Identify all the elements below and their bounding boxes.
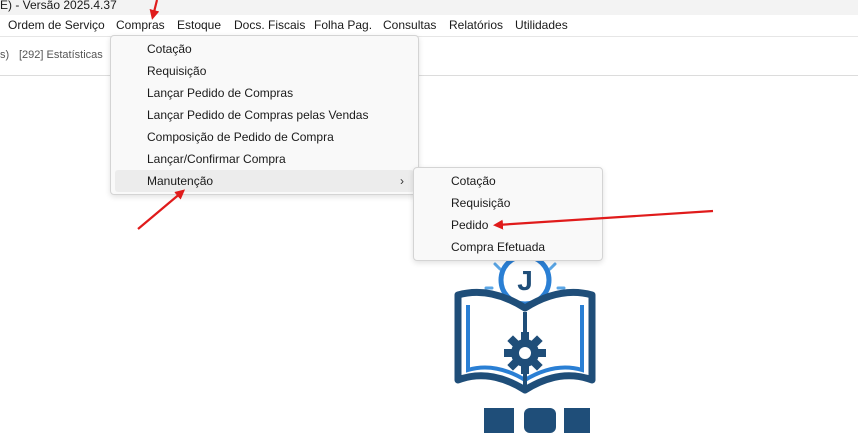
submenu-item-pedido[interactable]: Pedido [418, 214, 598, 236]
menu-item-lancar-pedido-pelas-vendas[interactable]: Lançar Pedido de Compras pelas Vendas [115, 104, 414, 126]
menu-docs-fiscais[interactable]: Docs. Fiscais [234, 15, 305, 36]
manutencao-submenu: Cotação Requisição Pedido Compra Efetuad… [413, 167, 603, 261]
company-logo: J [454, 250, 596, 433]
submenu-item-cotacao[interactable]: Cotação [418, 170, 598, 192]
submenu-item-requisicao[interactable]: Requisição [418, 192, 598, 214]
menu-item-requisicao[interactable]: Requisição [115, 60, 414, 82]
submenu-item-compra-efetuada[interactable]: Compra Efetuada [418, 236, 598, 258]
tab-partial[interactable]: s) [0, 49, 9, 61]
logo-wordmark-partial [484, 408, 590, 433]
window-title: E) - Versão 2025.4.37 [0, 0, 117, 12]
logo-letter: J [517, 265, 533, 296]
menu-ordem-de-servico[interactable]: Ordem de Serviço [8, 15, 105, 36]
arrow-to-manutencao-icon [137, 189, 186, 230]
menu-folha-pag[interactable]: Folha Pag. [314, 15, 372, 36]
menu-relatorios[interactable]: Relatórios [449, 15, 503, 36]
tab-estatisticas[interactable]: [292] Estatísticas [19, 49, 103, 61]
menu-item-composicao-de-pedido[interactable]: Composição de Pedido de Compra [115, 126, 414, 148]
menu-estoque[interactable]: Estoque [177, 15, 221, 36]
menu-item-lancar-pedido-de-compras[interactable]: Lançar Pedido de Compras [115, 82, 414, 104]
menu-item-cotacao[interactable]: Cotação [115, 38, 414, 60]
menu-bar: Ordem de Serviço Compras Estoque Docs. F… [0, 15, 858, 37]
menu-compras[interactable]: Compras [116, 15, 165, 36]
menu-item-lancar-confirmar-compra[interactable]: Lançar/Confirmar Compra [115, 148, 414, 170]
title-bar: E) - Versão 2025.4.37 [0, 0, 858, 15]
menu-utilidades[interactable]: Utilidades [515, 15, 568, 36]
menu-consultas[interactable]: Consultas [383, 15, 436, 36]
gear-icon [504, 332, 546, 374]
compras-dropdown: Cotação Requisição Lançar Pedido de Comp… [110, 35, 419, 195]
menu-item-manutencao[interactable]: Manutenção › [115, 170, 414, 192]
chevron-right-icon: › [400, 174, 404, 188]
